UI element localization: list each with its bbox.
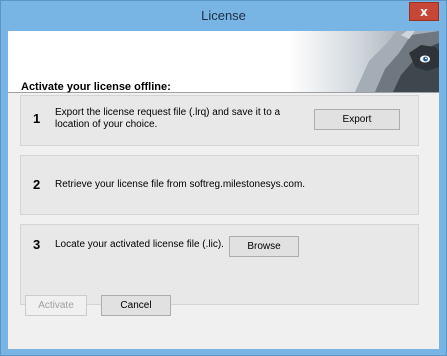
- section-title: Activate your license offline:: [21, 81, 171, 93]
- license-dialog: License x Activate your license offline:…: [0, 0, 447, 356]
- close-button[interactable]: x: [409, 2, 439, 21]
- step-number: 2: [33, 177, 41, 192]
- title-bar[interactable]: License x: [1, 1, 446, 31]
- wolf-logo-icon: [289, 31, 439, 92]
- activate-button[interactable]: Activate: [25, 295, 87, 316]
- step-text: Export the license request file (.lrq) a…: [55, 107, 281, 130]
- close-icon: x: [420, 4, 428, 19]
- step-number: 1: [33, 111, 41, 126]
- browse-button[interactable]: Browse: [229, 236, 299, 257]
- step-3-panel: 3 Locate your activated license file (.l…: [20, 224, 419, 305]
- export-button[interactable]: Export: [314, 109, 400, 130]
- step-2-panel: 2 Retrieve your license file from softre…: [20, 155, 419, 215]
- step-number: 3: [33, 237, 41, 252]
- cancel-button[interactable]: Cancel: [101, 295, 171, 316]
- step-text: Retrieve your license file from softreg.…: [55, 179, 306, 190]
- window-title: License: [201, 8, 246, 23]
- step-text: Locate your activated license file (.lic…: [55, 239, 224, 250]
